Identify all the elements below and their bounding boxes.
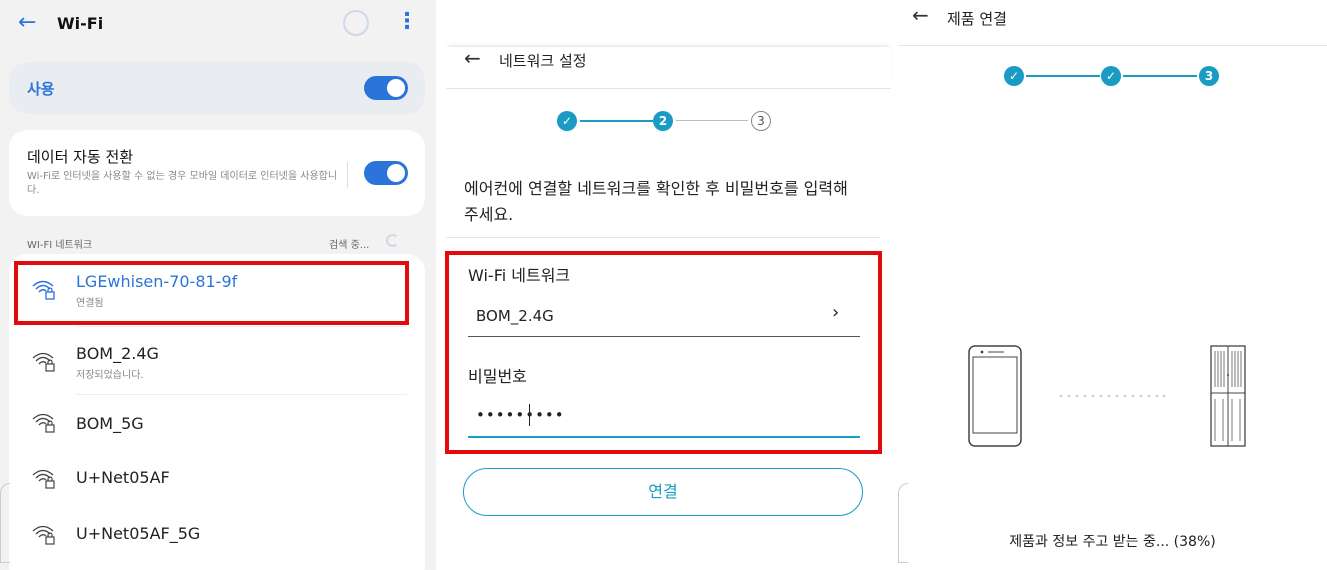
- smartphone-icon: [968, 345, 1022, 447]
- highlight-box: [445, 251, 882, 454]
- wifi-settings-screen: ← Wi-Fi ⋮ 사용 데이터 자동 전환 Wi-Fi로 인터넷을 사용할 수…: [0, 0, 436, 570]
- wifi-lock-icon: [32, 525, 55, 545]
- network-setup-screen: ← 네트워크 설정 ✓ 2 3 에어컨에 연결할 네트워크를 확인한 후 비밀번…: [436, 0, 898, 570]
- step-1-done: ✓: [1004, 66, 1024, 86]
- step-connector: [580, 120, 653, 122]
- wifi-lock-icon: [32, 352, 55, 372]
- network-status: 저장되었습니다.: [76, 370, 144, 381]
- wifi-lock-icon: [32, 413, 55, 433]
- step-connector: [676, 120, 748, 121]
- air-conditioner-icon: [1210, 345, 1246, 447]
- step-2-current: 2: [653, 111, 673, 131]
- divider: [76, 326, 407, 327]
- highlight-box: [14, 261, 409, 325]
- refresh-icon[interactable]: [343, 10, 369, 36]
- frame-edge: [0, 483, 10, 563]
- instruction-text: 에어컨에 연결할 네트워크를 확인한 후 비밀번호를 입력해 주세요.: [464, 179, 848, 224]
- wifi-lock-icon: [32, 469, 55, 489]
- back-arrow-icon[interactable]: ←: [912, 3, 929, 27]
- auto-switch-description: Wi-Fi로 인터넷을 사용할 수 없는 경우 모바일 데이터로 인터넷을 사용…: [27, 171, 338, 196]
- auto-switch-toggle[interactable]: [364, 161, 408, 185]
- wifi-use-label: 사용: [27, 80, 55, 98]
- step-3-pending: 3: [751, 111, 771, 131]
- scanning-label: 검색 중...: [329, 240, 370, 251]
- section-label: WI-FI 네트워크: [27, 240, 93, 251]
- step-connector: [1026, 75, 1100, 77]
- auto-switch-title: 데이터 자동 전환: [27, 148, 134, 166]
- page-title: 제품 연결: [947, 10, 1007, 28]
- progress-status-text: 제품과 정보 주고 받는 중... (38%): [1009, 534, 1216, 550]
- network-name: BOM_2.4G: [76, 344, 159, 363]
- wifi-header: ← Wi-Fi ⋮: [0, 0, 436, 50]
- more-options-icon[interactable]: ⋮: [396, 9, 418, 34]
- scanning-spinner-icon: [386, 234, 399, 247]
- page-title: Wi-Fi: [57, 14, 104, 33]
- wifi-use-toggle-card[interactable]: 사용: [9, 62, 425, 114]
- back-arrow-icon[interactable]: ←: [464, 46, 481, 70]
- connection-progress-dots: [1059, 394, 1166, 398]
- network-name: U+Net05AF_5G: [76, 524, 201, 543]
- page-title: 네트워크 설정: [499, 52, 587, 70]
- network-item-bom-2g[interactable]: BOM_2.4G 저장되었습니다.: [9, 328, 425, 395]
- frame-edge: [898, 483, 908, 563]
- back-arrow-icon[interactable]: ←: [18, 10, 36, 35]
- auto-data-switch-card[interactable]: 데이터 자동 전환 Wi-Fi로 인터넷을 사용할 수 없는 경우 모바일 데이…: [9, 130, 425, 216]
- divider: [347, 162, 348, 188]
- network-item-bom-5g[interactable]: BOM_5G: [9, 394, 425, 448]
- step-1-done: ✓: [557, 111, 577, 131]
- network-name: BOM_5G: [76, 414, 144, 433]
- network-item-unet05af-5g[interactable]: U+Net05AF_5G: [9, 506, 425, 560]
- divider: [446, 237, 880, 238]
- step-3-current: 3: [1199, 66, 1219, 86]
- network-item-unet05af[interactable]: U+Net05AF: [9, 450, 425, 504]
- wifi-toggle[interactable]: [364, 76, 408, 100]
- step-2-done: ✓: [1101, 66, 1121, 86]
- network-name: U+Net05AF: [76, 468, 170, 487]
- step-connector: [1123, 75, 1197, 77]
- product-connect-screen: ← 제품 연결 ✓ ✓ 3 제품과 정보 주고 받는 중... (38%): [898, 0, 1327, 570]
- connect-button[interactable]: 연결: [463, 468, 863, 516]
